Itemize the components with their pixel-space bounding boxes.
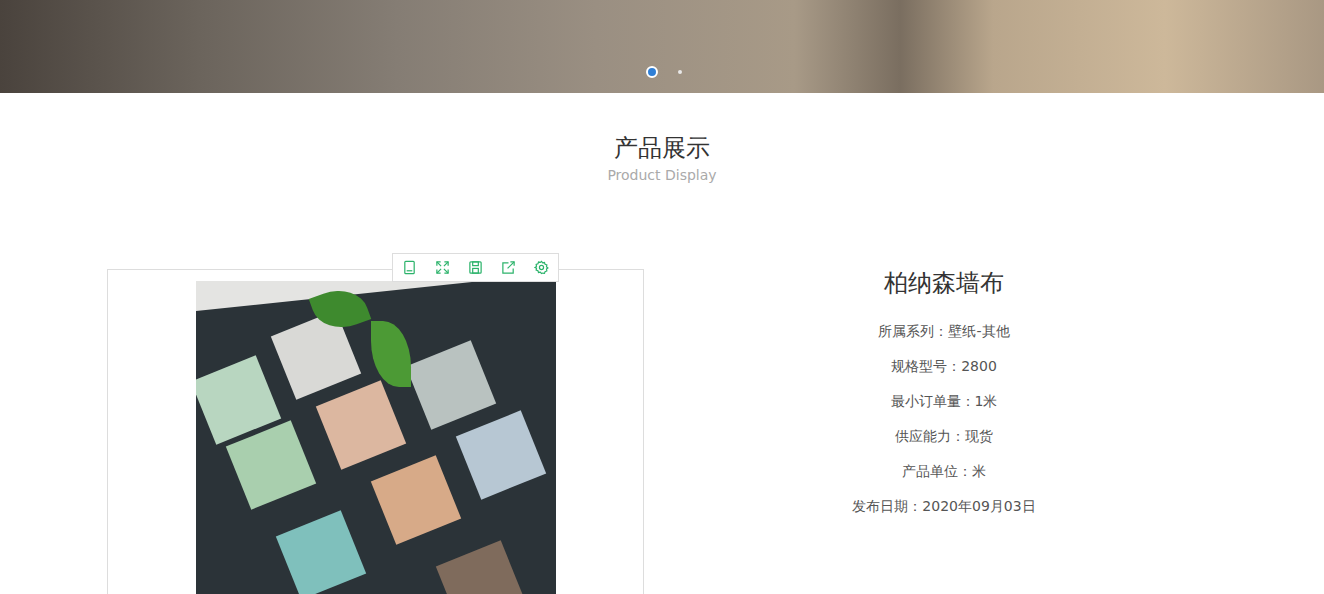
- settings-button[interactable]: [525, 254, 558, 281]
- image-toolbar: [392, 253, 559, 282]
- share-icon: [501, 260, 516, 275]
- section-subtitle: Product Display: [0, 166, 1324, 184]
- product-title: 柏纳森墙布: [644, 268, 1244, 298]
- product-field: 规格型号：2800: [644, 349, 1244, 384]
- product-field: 所属系列：壁纸-其他: [644, 314, 1244, 349]
- banner-carousel: [0, 0, 1324, 93]
- carousel-dot[interactable]: [646, 66, 658, 78]
- product-image-frame: [107, 269, 644, 594]
- tablet-icon: [402, 260, 417, 275]
- product-field: 供应能力：现货: [644, 419, 1244, 454]
- carousel-dots: [646, 66, 682, 78]
- page: 产品展示 Product Display 柏纳森墙布所属系列：壁纸-其他规格型号：2…: [0, 0, 1324, 594]
- save-button[interactable]: [459, 254, 492, 281]
- product-detail: 柏纳森墙布所属系列：壁纸-其他规格型号：2800最小订单量：1米供应能力：现货产…: [0, 269, 1324, 594]
- product-field: 产品单位：米: [644, 454, 1244, 489]
- save-icon: [468, 260, 483, 275]
- section-heading: 产品展示 Product Display: [0, 133, 1324, 184]
- product-field: 发布日期：2020年09月03日: [644, 489, 1244, 524]
- share-button[interactable]: [492, 254, 525, 281]
- gear-icon: [534, 260, 549, 275]
- expand-icon: [435, 260, 450, 275]
- product-photo: [196, 281, 556, 594]
- product-info: 柏纳森墙布所属系列：壁纸-其他规格型号：2800最小订单量：1米供应能力：现货产…: [644, 269, 1244, 594]
- section-title: 产品展示: [0, 133, 1324, 163]
- carousel-dot[interactable]: [678, 70, 682, 74]
- tablet-button[interactable]: [393, 254, 426, 281]
- expand-button[interactable]: [426, 254, 459, 281]
- product-field: 最小订单量：1米: [644, 384, 1244, 419]
